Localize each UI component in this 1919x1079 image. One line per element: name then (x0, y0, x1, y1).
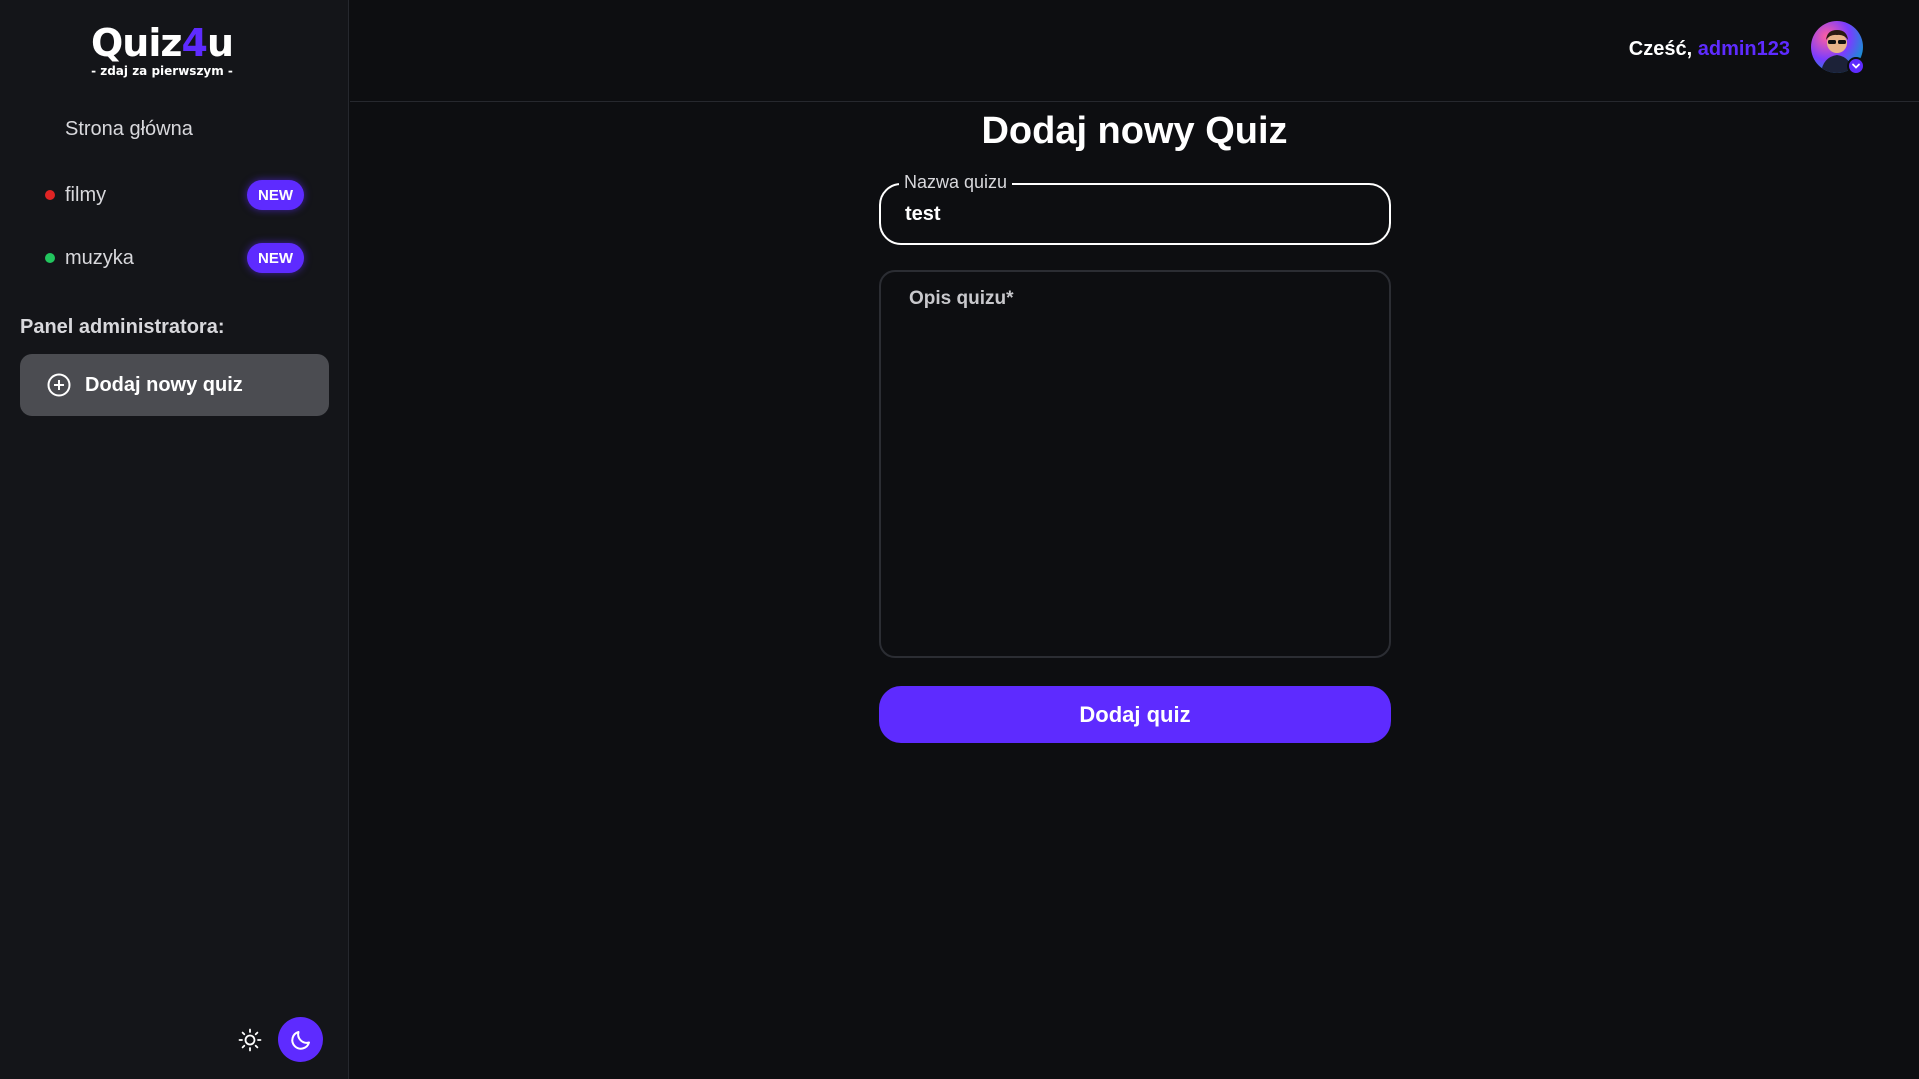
logo-prefix: Quiz (90, 21, 182, 65)
nav-home-link[interactable]: Strona główna (65, 118, 193, 141)
username-link[interactable]: admin123 (1698, 38, 1790, 60)
app-root: Quiz4u - zdaj za pierwszym - Strona głów… (0, 0, 1919, 1079)
logo-tagline: - zdaj za pierwszym - (91, 64, 233, 78)
moon-icon[interactable] (278, 1017, 323, 1062)
logo-suffix: u (206, 21, 234, 65)
add-quiz-button[interactable]: Dodaj quiz (879, 686, 1391, 743)
plus-circle-icon (47, 373, 71, 397)
sidebar: Quiz4u - zdaj za pierwszym - Strona głów… (0, 0, 349, 1079)
sidebar-item-label: muzyka (65, 246, 134, 269)
sidebar-item-muzyka[interactable]: muzyka NEW (0, 238, 349, 278)
greeting-text: Cześć, (1628, 38, 1693, 60)
quiz-name-label: Nazwa quizu (899, 172, 1013, 193)
page-title: Dodaj nowy Quiz (981, 110, 1288, 152)
quiz-name-input[interactable] (905, 199, 1365, 229)
chevron-down-icon[interactable] (1847, 57, 1865, 75)
sidebar-item-filmy[interactable]: filmy NEW (0, 175, 349, 215)
new-badge: NEW (247, 180, 304, 210)
top-header: Cześć, admin123 (350, 0, 1919, 102)
quiz-name-field: Nazwa quizu (879, 172, 1391, 245)
sidebar-item-label: filmy (65, 183, 107, 206)
add-new-quiz-nav-button[interactable]: Dodaj nowy quiz (20, 354, 329, 416)
user-greeting: Cześć, admin123 (1629, 38, 1790, 61)
quiz-description-field (879, 270, 1391, 658)
category-status-dot (45, 190, 55, 200)
sun-icon[interactable] (237, 1027, 263, 1053)
category-status-dot (45, 253, 55, 263)
add-new-quiz-nav-label: Dodaj nowy quiz (85, 373, 243, 396)
logo-wordmark: Quiz4u (0, 22, 324, 64)
logo[interactable]: Quiz4u - zdaj za pierwszym - (0, 22, 324, 78)
admin-panel-title: Panel administratora: (20, 316, 225, 338)
logo-accent: 4 (181, 21, 207, 65)
quiz-description-input[interactable] (909, 288, 1365, 638)
new-badge: NEW (247, 243, 304, 273)
